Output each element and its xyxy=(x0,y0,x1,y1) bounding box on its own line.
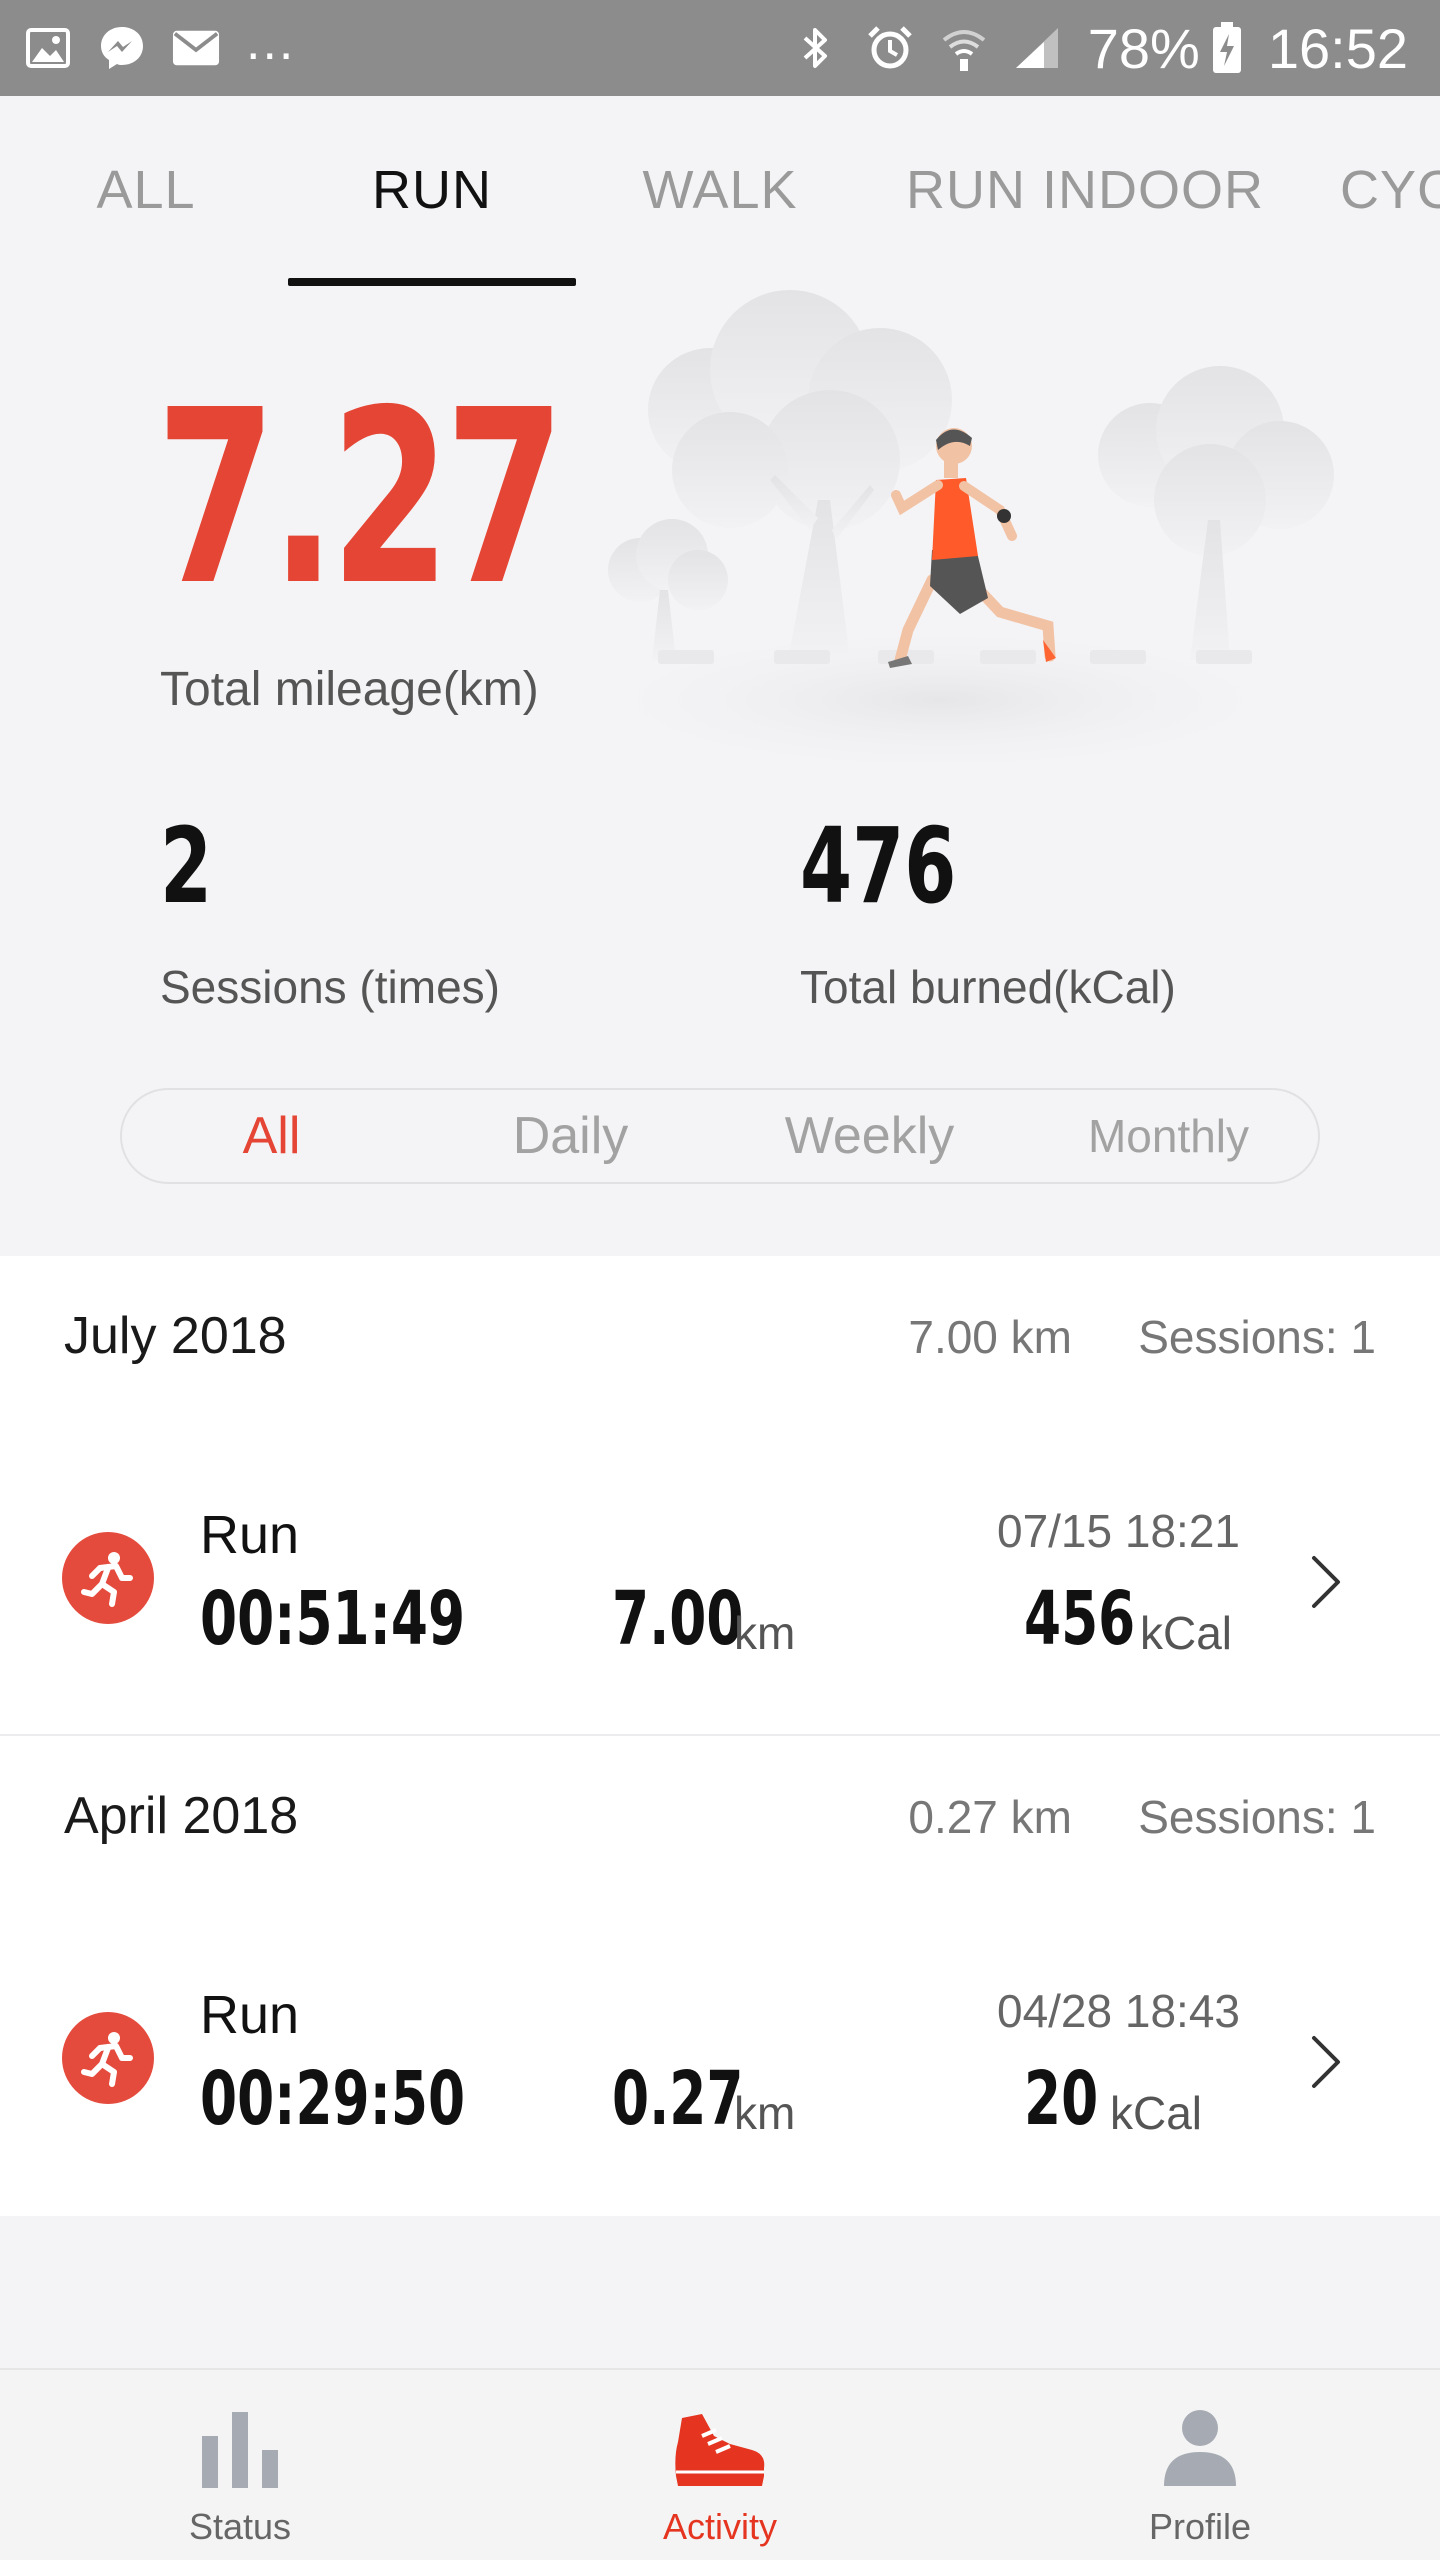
cellular-signal-icon xyxy=(1014,24,1062,72)
filter-daily[interactable]: Daily xyxy=(421,1090,720,1182)
month-header: April 2018 0.27 km Sessions: 1 xyxy=(0,1736,1440,1896)
month-sessions: Sessions: 1 xyxy=(1138,1311,1376,1363)
battery-charging-icon xyxy=(1212,22,1242,73)
activity-row[interactable]: Run 04/28 18:43 00:29:50 0.27 km 20 kCal xyxy=(0,1936,1440,2186)
running-icon xyxy=(62,1532,154,1624)
activity-duration: 00:29:50 xyxy=(200,2056,466,2142)
calories-unit: kCal xyxy=(1110,2087,1203,2139)
total-burned-value: 476 xyxy=(800,805,957,927)
total-burned-label: Total burned(kCal) xyxy=(800,961,1176,1013)
activity-calories: 20 xyxy=(1024,2056,1099,2142)
nav-profile-label: Profile xyxy=(1148,2506,1252,2547)
distance-unit: km xyxy=(734,1607,796,1659)
activity-history-list: July 2018 7.00 km Sessions: 1 Run 07/15 … xyxy=(0,1256,1440,2216)
chevron-right-icon[interactable] xyxy=(1306,1552,1346,1612)
wifi-icon xyxy=(940,24,988,72)
activity-calories: 456 xyxy=(1024,1576,1136,1662)
alarm-icon xyxy=(866,24,914,72)
activity-type-tabs: ALL RUN WALK RUN INDOOR CYC xyxy=(0,96,1440,288)
nav-activity-label: Activity xyxy=(662,2506,777,2547)
nav-status-label: Status xyxy=(188,2506,292,2547)
nav-status[interactable]: Status xyxy=(0,2370,480,2560)
tab-run[interactable]: RUN xyxy=(288,96,576,288)
active-tab-indicator xyxy=(288,278,576,286)
chevron-right-icon[interactable] xyxy=(1306,2032,1346,2092)
filter-weekly[interactable]: Weekly xyxy=(720,1090,1019,1182)
gallery-notification-icon xyxy=(24,24,72,72)
shoe-icon xyxy=(675,2414,765,2486)
activity-datetime: 04/28 18:43 xyxy=(996,1985,1240,2037)
battery-percentage: 78% xyxy=(1087,16,1200,80)
status-bar: ... 78% 16:52 xyxy=(0,0,1440,96)
month-header: July 2018 7.00 km Sessions: 1 xyxy=(0,1256,1440,1416)
tab-walk[interactable]: WALK xyxy=(620,96,820,288)
month-sessions: Sessions: 1 xyxy=(1138,1791,1376,1843)
total-mileage-value: 7.27 xyxy=(156,358,565,638)
bar-chart-icon xyxy=(202,2412,278,2488)
runner-park-illustration xyxy=(560,290,1334,780)
activity-duration: 00:51:49 xyxy=(200,1576,466,1662)
sessions-label: Sessions (times) xyxy=(160,961,500,1013)
distance-unit: km xyxy=(734,2087,796,2139)
activity-datetime: 07/15 18:21 xyxy=(996,1505,1240,1557)
activity-type: Run xyxy=(200,1985,300,2045)
activity-row[interactable]: Run 07/15 18:21 00:51:49 7.00 km 456 kCa… xyxy=(0,1456,1440,1706)
tab-cycling[interactable]: CYC xyxy=(1340,96,1440,288)
activity-type: Run xyxy=(200,1505,300,1565)
month-title: April 2018 xyxy=(64,1787,299,1845)
bottom-navigation: Status Activity Profile xyxy=(0,2368,1440,2560)
activity-distance: 0.27 xyxy=(612,2056,744,2142)
month-distance: 7.00 km xyxy=(908,1311,1072,1363)
nav-profile[interactable]: Profile xyxy=(960,2370,1440,2560)
messenger-notification-icon xyxy=(98,24,146,72)
mail-notification-icon xyxy=(172,24,220,72)
more-notifications: ... xyxy=(246,13,296,71)
bluetooth-icon xyxy=(792,24,840,72)
tab-all[interactable]: ALL xyxy=(56,96,236,288)
running-icon xyxy=(62,2012,154,2104)
month-distance: 0.27 km xyxy=(908,1791,1072,1843)
filter-monthly[interactable]: Monthly xyxy=(1019,1090,1318,1182)
calories-unit: kCal xyxy=(1140,1607,1233,1659)
period-filter: All Daily Weekly Monthly xyxy=(120,1088,1320,1184)
month-title: July 2018 xyxy=(64,1307,287,1365)
clock-time: 16:52 xyxy=(1267,16,1408,80)
tab-run-indoor[interactable]: RUN INDOOR xyxy=(890,96,1280,288)
sessions-value: 2 xyxy=(160,805,213,927)
person-icon xyxy=(1164,2410,1236,2486)
nav-activity[interactable]: Activity xyxy=(480,2370,960,2560)
filter-all[interactable]: All xyxy=(122,1090,421,1182)
activity-distance: 7.00 xyxy=(612,1576,744,1662)
total-mileage-label: Total mileage(km) xyxy=(160,663,539,716)
